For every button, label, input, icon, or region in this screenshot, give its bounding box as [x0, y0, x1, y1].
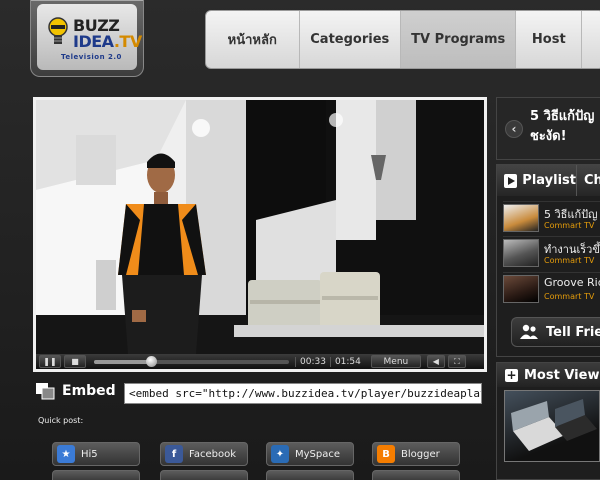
blogger-icon: B [377, 445, 395, 463]
chevron-left-icon: ‹ [511, 122, 517, 136]
logo-text-tv: .TV [113, 32, 142, 51]
share-hi5-label: Hi5 [81, 448, 98, 460]
embed-label-group: Embed [35, 382, 116, 400]
seek-bar[interactable] [94, 355, 289, 367]
stop-icon: ■ [71, 357, 79, 366]
facebook-icon: f [165, 445, 183, 463]
now-playing-title-line2: ชะงัด! [530, 129, 567, 144]
tell-friend-label: Tell Frie [546, 324, 600, 340]
share-facebook-button[interactable]: f Facebook [160, 442, 248, 466]
myspace-icon: ✦ [271, 445, 289, 463]
fullscreen-button[interactable]: ⛶ [447, 355, 466, 368]
now-playing-title: 5 วิธีแก้ปัญ [530, 109, 595, 124]
playlist-panel: Playlist Ch 5 วิธีแก้ปัญ Commart TV ทำงา… [496, 164, 600, 357]
laptops-image [511, 399, 597, 451]
now-playing-panel: ‹ 5 วิธีแก้ปัญ ชะงัด! [496, 97, 600, 160]
most-view-label: Most View [524, 367, 600, 383]
volume-button[interactable]: ◀ [426, 355, 445, 368]
tab-playlist-label: Playlist [522, 173, 576, 188]
nav-item-home[interactable]: หน้าหลัก [206, 11, 300, 68]
share-myspace-button[interactable]: ✦ MySpace [266, 442, 354, 466]
tab-channel[interactable]: Ch [577, 165, 600, 196]
playlist-item-channel: Commart TV [544, 292, 595, 301]
quick-post-label: Quick post: [38, 416, 84, 425]
seek-bar-fill [94, 359, 151, 364]
playlist-item[interactable]: 5 วิธีแก้ปัญ Commart TV [503, 201, 600, 233]
embed-icon [36, 383, 55, 400]
nav-item-categories[interactable]: Categories [300, 11, 402, 68]
playlist-item[interactable]: Groove Rid Commart TV [503, 272, 600, 304]
speaker-icon: ◀ [432, 357, 439, 366]
video-controls: ❚❚ ■ 00:33 01:54 Menu ◀ ⛶ [36, 354, 484, 369]
duration: 01:54 [329, 356, 365, 367]
plus-icon: + [505, 368, 518, 382]
tab-playlist[interactable]: Playlist [497, 165, 577, 196]
tell-friend-button[interactable]: Tell Frie [511, 317, 600, 347]
share-more-button-2[interactable] [160, 470, 248, 480]
playlist-item-thumbnail [503, 239, 539, 267]
embed-label: Embed [62, 383, 116, 399]
video-frame-image[interactable] [36, 100, 484, 354]
embed-code-field[interactable]: <embed src="http://www.buzzidea.tv/playe… [124, 383, 482, 404]
site-logo[interactable]: BUZZ IDEA.TV Television 2.0 [30, 0, 144, 77]
playlist-item-title: Groove Rid [544, 276, 600, 289]
playlist-item-channel: Commart TV [544, 221, 595, 230]
previous-button[interactable]: ‹ [505, 120, 523, 138]
current-time: 00:33 [295, 356, 330, 367]
video-player[interactable]: ❚❚ ■ 00:33 01:54 Menu ◀ ⛶ [33, 97, 487, 372]
video-scene-illustration [36, 100, 484, 354]
share-more-button-3[interactable] [266, 470, 354, 480]
share-hi5-button[interactable]: ★ Hi5 [52, 442, 140, 466]
share-facebook-label: Facebook [189, 448, 236, 460]
playlist-tabs: Playlist Ch [497, 165, 600, 196]
nav-item-tv-programs[interactable]: TV Programs [401, 11, 517, 68]
pause-icon: ❚❚ [43, 357, 57, 366]
main-nav: หน้าหลัก Categories TV Programs Host [205, 10, 600, 69]
seek-handle[interactable] [145, 355, 157, 367]
people-icon [520, 324, 538, 339]
player-menu-button[interactable]: Menu [370, 355, 421, 368]
nav-item-more[interactable] [582, 11, 600, 68]
play-icon [504, 173, 518, 188]
playlist-item-channel: Commart TV [544, 256, 595, 265]
share-more-button-4[interactable] [372, 470, 460, 480]
most-view-panel: + Most View [496, 362, 600, 480]
stop-button[interactable]: ■ [64, 355, 86, 368]
logo-text-idea-word: IDEA [73, 32, 114, 51]
playlist-item-thumbnail [503, 204, 539, 232]
logo-text-idea: IDEA.TV [73, 32, 142, 51]
nav-item-host[interactable]: Host [516, 11, 583, 68]
fullscreen-icon: ⛶ [454, 356, 460, 366]
most-view-header: + Most View [497, 363, 600, 387]
hi5-icon: ★ [57, 445, 75, 463]
pause-button[interactable]: ❚❚ [39, 355, 61, 368]
play-icon-glyph [507, 176, 515, 185]
logo-tagline: Television 2.0 [61, 53, 122, 61]
share-more-button-1[interactable] [52, 470, 140, 480]
playlist-item[interactable]: ทำงานเร็วขึ้ Commart TV [503, 236, 600, 268]
playlist-item-thumbnail [503, 275, 539, 303]
share-blogger-button[interactable]: B Blogger [372, 442, 460, 466]
most-view-thumbnail[interactable] [504, 390, 600, 462]
share-myspace-label: MySpace [295, 448, 341, 460]
lightbulb-icon [48, 17, 68, 44]
logo-plate: BUZZ IDEA.TV Television 2.0 [37, 4, 142, 70]
share-blogger-label: Blogger [401, 448, 440, 460]
